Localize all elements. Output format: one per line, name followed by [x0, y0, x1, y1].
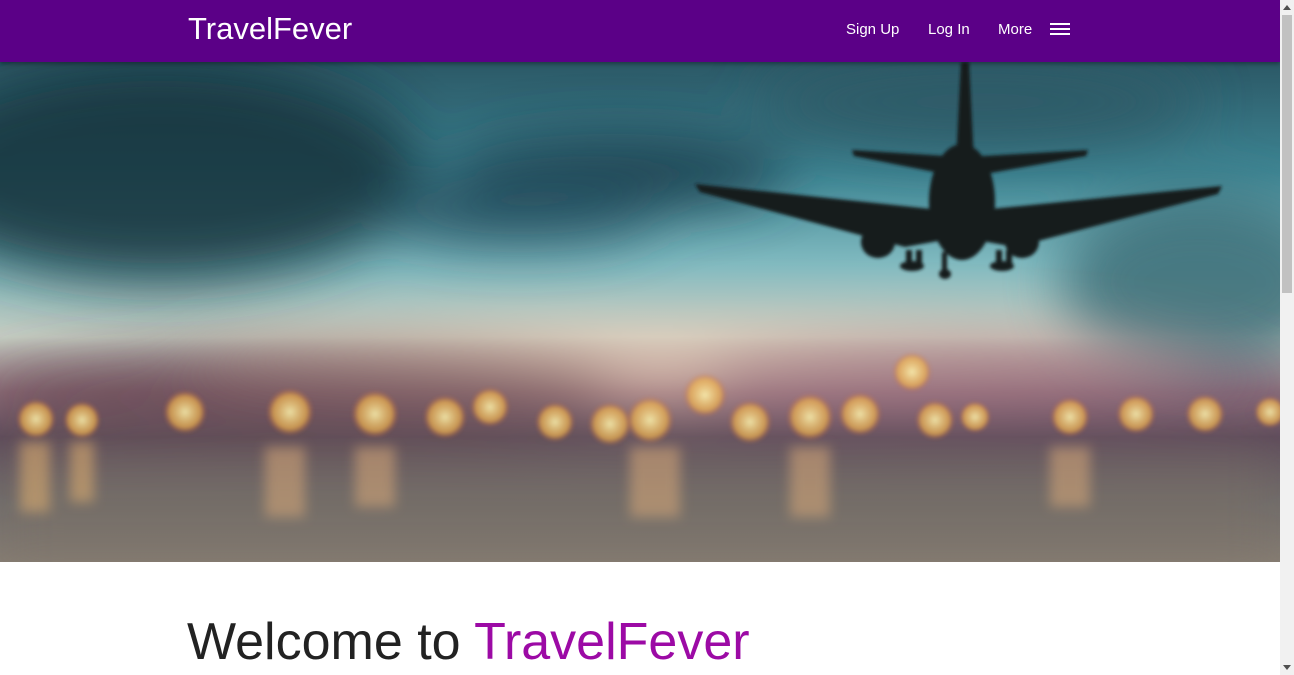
- scroll-down-arrow-icon[interactable]: [1280, 661, 1294, 675]
- sign-up-link[interactable]: Sign Up: [846, 20, 899, 40]
- scroll-up-arrow-icon[interactable]: [1280, 0, 1294, 14]
- page: TravelFever Sign Up Log In More Welcome …: [0, 0, 1280, 675]
- brand-logo-link[interactable]: TravelFever: [188, 10, 352, 48]
- welcome-heading: Welcome to TravelFever: [187, 610, 750, 674]
- hero-illustration: [0, 62, 1280, 562]
- hamburger-menu-icon[interactable]: [1049, 22, 1071, 38]
- welcome-brand: TravelFever: [474, 613, 750, 671]
- vertical-scrollbar[interactable]: [1280, 0, 1294, 675]
- log-in-link[interactable]: Log In: [928, 20, 970, 40]
- welcome-prefix: Welcome to: [187, 613, 461, 671]
- more-link[interactable]: More: [998, 20, 1032, 40]
- navbar: TravelFever Sign Up Log In More: [0, 0, 1280, 62]
- scrollbar-thumb[interactable]: [1282, 15, 1292, 293]
- hero-image: [0, 62, 1280, 562]
